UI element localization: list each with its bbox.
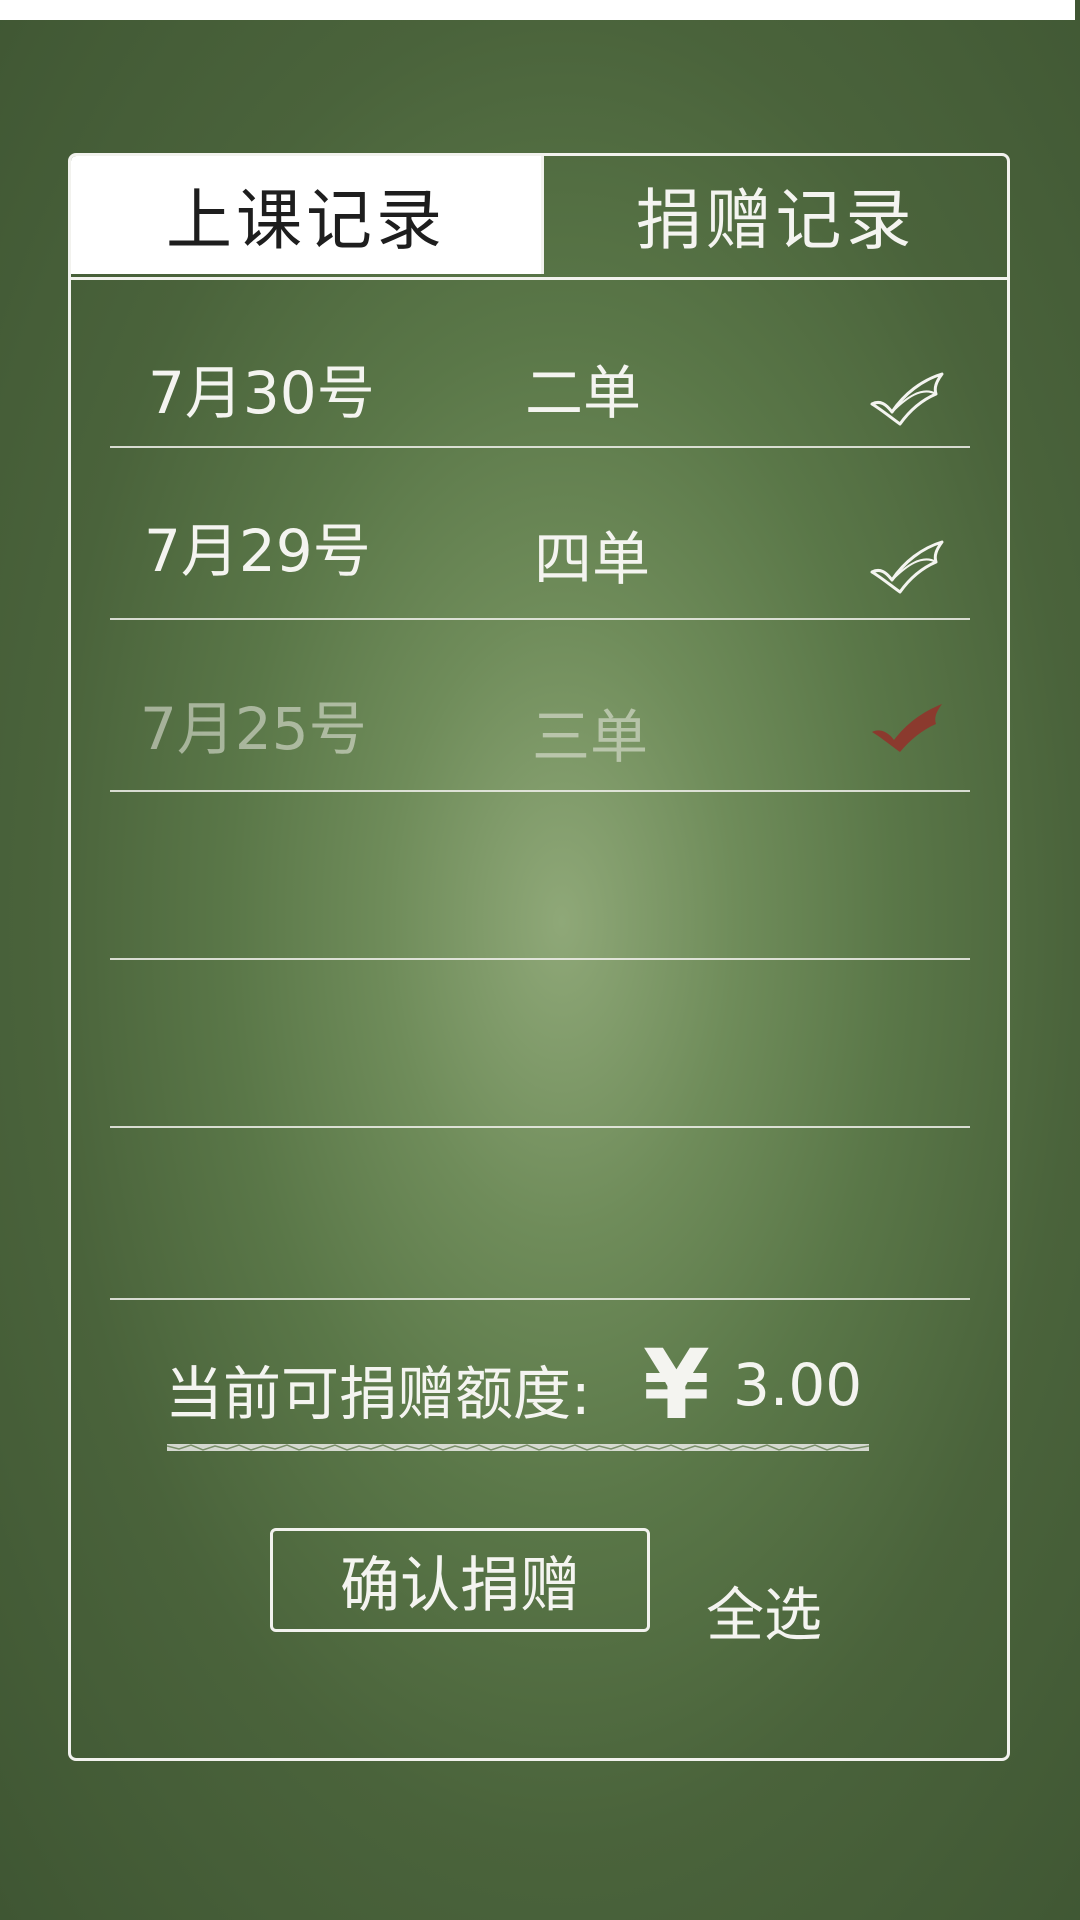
donation-quota: 当前可捐赠额度: ¥ 3.00 <box>165 1329 885 1441</box>
check-outline-icon[interactable] <box>870 538 944 594</box>
record-row[interactable]: 7月30号 二单 <box>110 280 970 448</box>
yen-symbol: ¥ <box>643 1329 710 1441</box>
check-filled-icon[interactable] <box>870 702 944 758</box>
top-bar <box>0 0 1075 20</box>
record-amount: 二单 <box>525 359 642 427</box>
record-row-empty <box>110 792 970 960</box>
records-panel: 上课记录 捐赠记录 7月30号 二单 7月29号 四单 7月25号 三单 <box>68 153 1010 1761</box>
record-row[interactable]: 7月25号 三单 <box>110 620 970 792</box>
quota-label: 当前可捐赠额度: <box>165 1360 591 1428</box>
chalk-underline <box>167 1444 869 1451</box>
record-amount: 四单 <box>534 525 651 593</box>
record-row-empty <box>110 960 970 1128</box>
confirm-donation-button[interactable]: 确认捐赠 <box>270 1528 650 1632</box>
tab-bar: 上课记录 捐赠记录 <box>71 156 1007 280</box>
chalkboard-screen: 上课记录 捐赠记录 7月30号 二单 7月29号 四单 7月25号 三单 当前可… <box>0 0 1080 1920</box>
record-row[interactable]: 7月29号 四单 <box>110 448 970 620</box>
record-amount: 三单 <box>532 703 649 771</box>
tab-class-records[interactable]: 上课记录 <box>71 156 541 274</box>
quota-value: 3.00 <box>733 1351 863 1419</box>
select-all-button[interactable]: 全选 <box>706 1568 822 1652</box>
record-date: 7月25号 <box>140 695 367 763</box>
top-bar-edge <box>1075 0 1080 20</box>
record-date: 7月30号 <box>148 359 375 427</box>
record-row-empty <box>110 1128 970 1300</box>
tab-donation-records[interactable]: 捐赠记录 <box>541 156 1007 274</box>
record-date: 7月29号 <box>144 517 371 585</box>
check-outline-icon[interactable] <box>870 370 944 426</box>
